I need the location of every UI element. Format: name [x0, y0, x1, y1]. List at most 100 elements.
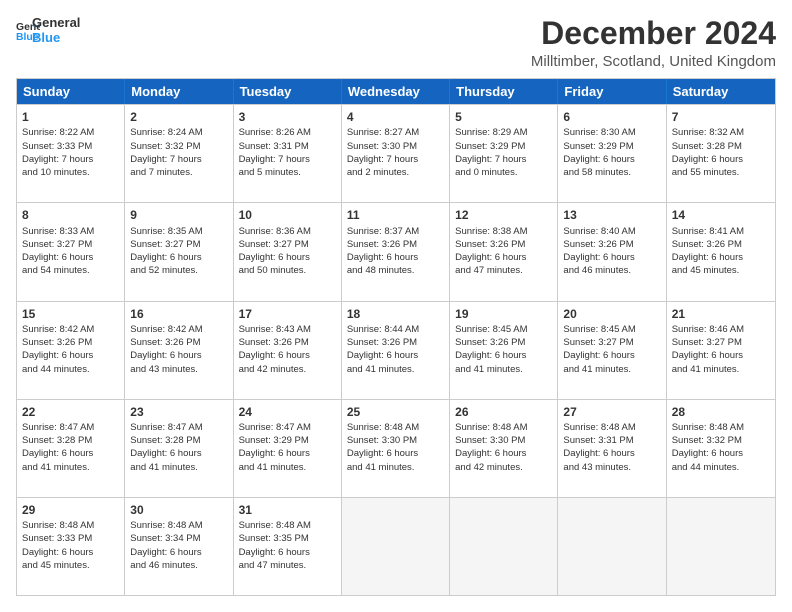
- day-number: 7: [672, 109, 770, 125]
- day-number: 15: [22, 306, 119, 322]
- day-info: Sunrise: 8:46 AMSunset: 3:27 PMDaylight:…: [672, 323, 770, 376]
- day-number: 24: [239, 404, 336, 420]
- day-number: 4: [347, 109, 444, 125]
- day-number: 11: [347, 207, 444, 223]
- day-info: Sunrise: 8:30 AMSunset: 3:29 PMDaylight:…: [563, 126, 660, 179]
- header-day-tuesday: Tuesday: [234, 79, 342, 104]
- day-number: 20: [563, 306, 660, 322]
- location: Milltimber, Scotland, United Kingdom: [531, 53, 776, 70]
- calendar-row-1: 1Sunrise: 8:22 AMSunset: 3:33 PMDaylight…: [17, 104, 775, 202]
- day-cell-9: 9Sunrise: 8:35 AMSunset: 3:27 PMDaylight…: [125, 203, 233, 300]
- day-number: 2: [130, 109, 227, 125]
- day-cell-28: 28Sunrise: 8:48 AMSunset: 3:32 PMDayligh…: [667, 400, 775, 497]
- day-cell-20: 20Sunrise: 8:45 AMSunset: 3:27 PMDayligh…: [558, 302, 666, 399]
- day-info: Sunrise: 8:33 AMSunset: 3:27 PMDaylight:…: [22, 225, 119, 278]
- calendar-row-2: 8 Sunrise: 8:33 AMSunset: 3:27 PMDaylight…: [17, 202, 775, 300]
- day-cell-29: 29Sunrise: 8:48 AMSunset: 3:33 PMDayligh…: [17, 498, 125, 595]
- calendar-row-3: 15Sunrise: 8:42 AMSunset: 3:26 PMDayligh…: [17, 301, 775, 399]
- day-number: 21: [672, 306, 770, 322]
- day-info: Sunrise: 8:48 AMSunset: 3:30 PMDaylight:…: [455, 421, 552, 474]
- page: General Blue General Blue December 2024 …: [0, 0, 792, 612]
- calendar: SundayMondayTuesdayWednesdayThursdayFrid…: [16, 78, 776, 596]
- day-cell-30: 30Sunrise: 8:48 AMSunset: 3:34 PMDayligh…: [125, 498, 233, 595]
- day-number: 1: [22, 109, 119, 125]
- day-info: Sunrise: 8:40 AMSunset: 3:26 PMDaylight:…: [563, 225, 660, 278]
- day-info: Sunrise: 8:43 AMSunset: 3:26 PMDaylight:…: [239, 323, 336, 376]
- empty-cell: [558, 498, 666, 595]
- day-number: 31: [239, 502, 336, 518]
- day-number: 17: [239, 306, 336, 322]
- day-cell-26: 26Sunrise: 8:48 AMSunset: 3:30 PMDayligh…: [450, 400, 558, 497]
- day-number: 14: [672, 207, 770, 223]
- day-info: Sunrise: 8:29 AMSunset: 3:29 PMDaylight:…: [455, 126, 552, 179]
- day-info: Sunrise: 8:41 AMSunset: 3:26 PMDaylight:…: [672, 225, 770, 278]
- day-number: 8: [22, 207, 119, 223]
- day-cell-13: 13 Sunrise: 8:40 AMSunset: 3:26 PMDayligh…: [558, 203, 666, 300]
- day-number: 29: [22, 502, 119, 518]
- header-day-friday: Friday: [558, 79, 666, 104]
- day-number: 26: [455, 404, 552, 420]
- day-cell-10: 10 Sunrise: 8:36 AMSunset: 3:27 PMDayligh…: [234, 203, 342, 300]
- day-info: Sunrise: 8:48 AMSunset: 3:33 PMDaylight:…: [22, 519, 119, 572]
- day-info: Sunrise: 8:27 AMSunset: 3:30 PMDaylight:…: [347, 126, 444, 179]
- header: General Blue General Blue December 2024 …: [16, 16, 776, 70]
- day-info: Sunrise: 8:45 AMSunset: 3:27 PMDaylight:…: [563, 323, 660, 376]
- header-day-sunday: Sunday: [17, 79, 125, 104]
- calendar-row-4: 22Sunrise: 8:47 AMSunset: 3:28 PMDayligh…: [17, 399, 775, 497]
- day-cell-14: 14 Sunrise: 8:41 AMSunset: 3:26 PMDayligh…: [667, 203, 775, 300]
- day-cell-3: 3Sunrise: 8:26 AMSunset: 3:31 PMDaylight…: [234, 105, 342, 202]
- day-info: Sunrise: 8:32 AMSunset: 3:28 PMDaylight:…: [672, 126, 770, 179]
- day-cell-11: 11 Sunrise: 8:37 AMSunset: 3:26 PMDayligh…: [342, 203, 450, 300]
- day-number: 10: [239, 207, 336, 223]
- day-cell-17: 17Sunrise: 8:43 AMSunset: 3:26 PMDayligh…: [234, 302, 342, 399]
- calendar-body: 1Sunrise: 8:22 AMSunset: 3:33 PMDaylight…: [17, 104, 775, 595]
- day-cell-22: 22Sunrise: 8:47 AMSunset: 3:28 PMDayligh…: [17, 400, 125, 497]
- logo-line1: General: [32, 16, 80, 31]
- day-cell-25: 25Sunrise: 8:48 AMSunset: 3:30 PMDayligh…: [342, 400, 450, 497]
- day-info: Sunrise: 8:36 AMSunset: 3:27 PMDaylight:…: [239, 225, 336, 278]
- day-info: Sunrise: 8:45 AMSunset: 3:26 PMDaylight:…: [455, 323, 552, 376]
- day-number: 19: [455, 306, 552, 322]
- calendar-row-5: 29Sunrise: 8:48 AMSunset: 3:33 PMDayligh…: [17, 497, 775, 595]
- day-number: 5: [455, 109, 552, 125]
- day-info: Sunrise: 8:38 AMSunset: 3:26 PMDaylight:…: [455, 225, 552, 278]
- day-info: Sunrise: 8:37 AMSunset: 3:26 PMDaylight:…: [347, 225, 444, 278]
- day-cell-21: 21Sunrise: 8:46 AMSunset: 3:27 PMDayligh…: [667, 302, 775, 399]
- day-cell-15: 15Sunrise: 8:42 AMSunset: 3:26 PMDayligh…: [17, 302, 125, 399]
- calendar-header: SundayMondayTuesdayWednesdayThursdayFrid…: [17, 79, 775, 104]
- day-cell-23: 23Sunrise: 8:47 AMSunset: 3:28 PMDayligh…: [125, 400, 233, 497]
- day-cell-31: 31Sunrise: 8:48 AMSunset: 3:35 PMDayligh…: [234, 498, 342, 595]
- day-info: Sunrise: 8:48 AMSunset: 3:35 PMDaylight:…: [239, 519, 336, 572]
- logo-line2: Blue: [32, 31, 80, 46]
- day-cell-2: 2Sunrise: 8:24 AMSunset: 3:32 PMDaylight…: [125, 105, 233, 202]
- day-info: Sunrise: 8:42 AMSunset: 3:26 PMDaylight:…: [22, 323, 119, 376]
- header-day-monday: Monday: [125, 79, 233, 104]
- day-info: Sunrise: 8:47 AMSunset: 3:28 PMDaylight:…: [130, 421, 227, 474]
- empty-cell: [450, 498, 558, 595]
- day-cell-8: 8 Sunrise: 8:33 AMSunset: 3:27 PMDaylight…: [17, 203, 125, 300]
- day-number: 30: [130, 502, 227, 518]
- day-number: 6: [563, 109, 660, 125]
- day-info: Sunrise: 8:48 AMSunset: 3:31 PMDaylight:…: [563, 421, 660, 474]
- day-cell-18: 18Sunrise: 8:44 AMSunset: 3:26 PMDayligh…: [342, 302, 450, 399]
- day-info: Sunrise: 8:48 AMSunset: 3:34 PMDaylight:…: [130, 519, 227, 572]
- day-info: Sunrise: 8:44 AMSunset: 3:26 PMDaylight:…: [347, 323, 444, 376]
- header-day-thursday: Thursday: [450, 79, 558, 104]
- logo: General Blue General Blue: [16, 16, 80, 46]
- title-block: December 2024 Milltimber, Scotland, Unit…: [531, 16, 776, 70]
- day-cell-12: 12Sunrise: 8:38 AMSunset: 3:26 PMDayligh…: [450, 203, 558, 300]
- day-info: Sunrise: 8:48 AMSunset: 3:32 PMDaylight:…: [672, 421, 770, 474]
- day-number: 18: [347, 306, 444, 322]
- empty-cell: [667, 498, 775, 595]
- day-info: Sunrise: 8:26 AMSunset: 3:31 PMDaylight:…: [239, 126, 336, 179]
- day-number: 9: [130, 207, 227, 223]
- day-number: 25: [347, 404, 444, 420]
- day-number: 13: [563, 207, 660, 223]
- empty-cell: [342, 498, 450, 595]
- day-info: Sunrise: 8:48 AMSunset: 3:30 PMDaylight:…: [347, 421, 444, 474]
- day-cell-6: 6Sunrise: 8:30 AMSunset: 3:29 PMDaylight…: [558, 105, 666, 202]
- day-info: Sunrise: 8:47 AMSunset: 3:29 PMDaylight:…: [239, 421, 336, 474]
- day-cell-16: 16Sunrise: 8:42 AMSunset: 3:26 PMDayligh…: [125, 302, 233, 399]
- day-cell-4: 4Sunrise: 8:27 AMSunset: 3:30 PMDaylight…: [342, 105, 450, 202]
- day-info: Sunrise: 8:24 AMSunset: 3:32 PMDaylight:…: [130, 126, 227, 179]
